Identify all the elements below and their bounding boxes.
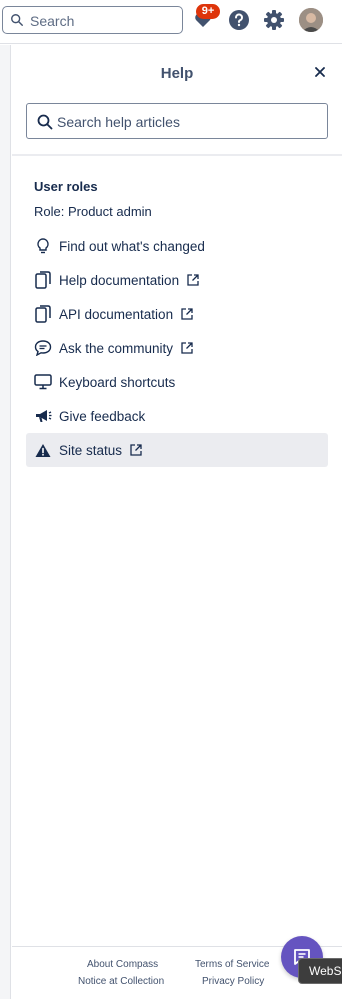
avatar-photo bbox=[299, 8, 323, 32]
user-roles-heading: User roles bbox=[34, 179, 98, 194]
help-item-api-documentation[interactable]: API documentation bbox=[26, 297, 328, 331]
help-item-keyboard-shortcuts[interactable]: Keyboard shortcuts bbox=[26, 365, 328, 399]
monitor-icon bbox=[34, 373, 52, 391]
search-icon bbox=[11, 14, 23, 26]
user-role-text: Role: Product admin bbox=[34, 204, 152, 219]
help-search-box[interactable] bbox=[26, 103, 328, 139]
settings-button[interactable] bbox=[262, 8, 286, 32]
external-link-icon bbox=[130, 443, 144, 457]
help-item-help-documentation[interactable]: Help documentation bbox=[26, 263, 328, 297]
gear-icon bbox=[264, 10, 284, 30]
help-search-input[interactable] bbox=[57, 112, 317, 132]
warning-icon bbox=[34, 441, 52, 459]
global-search-input[interactable] bbox=[30, 11, 180, 31]
help-menu: Find out what's changed Help documentati… bbox=[26, 229, 328, 467]
tooltip: WebS bbox=[298, 958, 342, 984]
document-icon bbox=[34, 305, 52, 323]
help-panel: Help User roles Role: Product admin Find… bbox=[12, 45, 342, 999]
help-item-give-feedback[interactable]: Give feedback bbox=[26, 399, 328, 433]
section-divider bbox=[12, 154, 342, 156]
chat-bubble-icon bbox=[34, 339, 52, 357]
close-icon bbox=[315, 67, 325, 77]
help-icon bbox=[229, 10, 249, 30]
help-item-site-status[interactable]: Site status bbox=[26, 433, 328, 467]
search-icon bbox=[37, 114, 53, 130]
help-item-label: Help documentation bbox=[59, 272, 180, 288]
user-avatar[interactable] bbox=[299, 8, 323, 32]
external-link-icon bbox=[181, 307, 195, 321]
help-item-label: Keyboard shortcuts bbox=[59, 374, 176, 390]
help-panel-title: Help bbox=[160, 65, 194, 82]
sidebar-collapsed-strip bbox=[0, 45, 11, 999]
help-item-label: Find out what's changed bbox=[59, 238, 205, 254]
document-icon bbox=[34, 271, 52, 289]
close-help-button[interactable] bbox=[311, 63, 329, 81]
help-item-whats-changed[interactable]: Find out what's changed bbox=[26, 229, 328, 263]
help-item-label: Site status bbox=[59, 442, 123, 458]
terms-of-service-link[interactable]: Terms of Service bbox=[195, 959, 269, 970]
notice-at-collection-link[interactable]: Notice at Collection bbox=[78, 976, 164, 987]
help-item-label: Give feedback bbox=[59, 408, 146, 424]
help-item-label: Ask the community bbox=[59, 340, 174, 356]
help-button[interactable] bbox=[227, 8, 251, 32]
top-navigation-bar: 9+ bbox=[0, 0, 342, 44]
lightbulb-icon bbox=[34, 237, 52, 255]
global-search-box[interactable] bbox=[2, 6, 183, 34]
about-compass-link[interactable]: About Compass bbox=[87, 959, 158, 970]
external-link-icon bbox=[187, 273, 201, 287]
notification-count-badge: 9+ bbox=[196, 4, 220, 19]
privacy-policy-link[interactable]: Privacy Policy bbox=[202, 976, 264, 987]
external-link-icon bbox=[181, 341, 195, 355]
megaphone-icon bbox=[34, 407, 52, 425]
help-item-label: API documentation bbox=[59, 306, 174, 322]
help-item-ask-community[interactable]: Ask the community bbox=[26, 331, 328, 365]
